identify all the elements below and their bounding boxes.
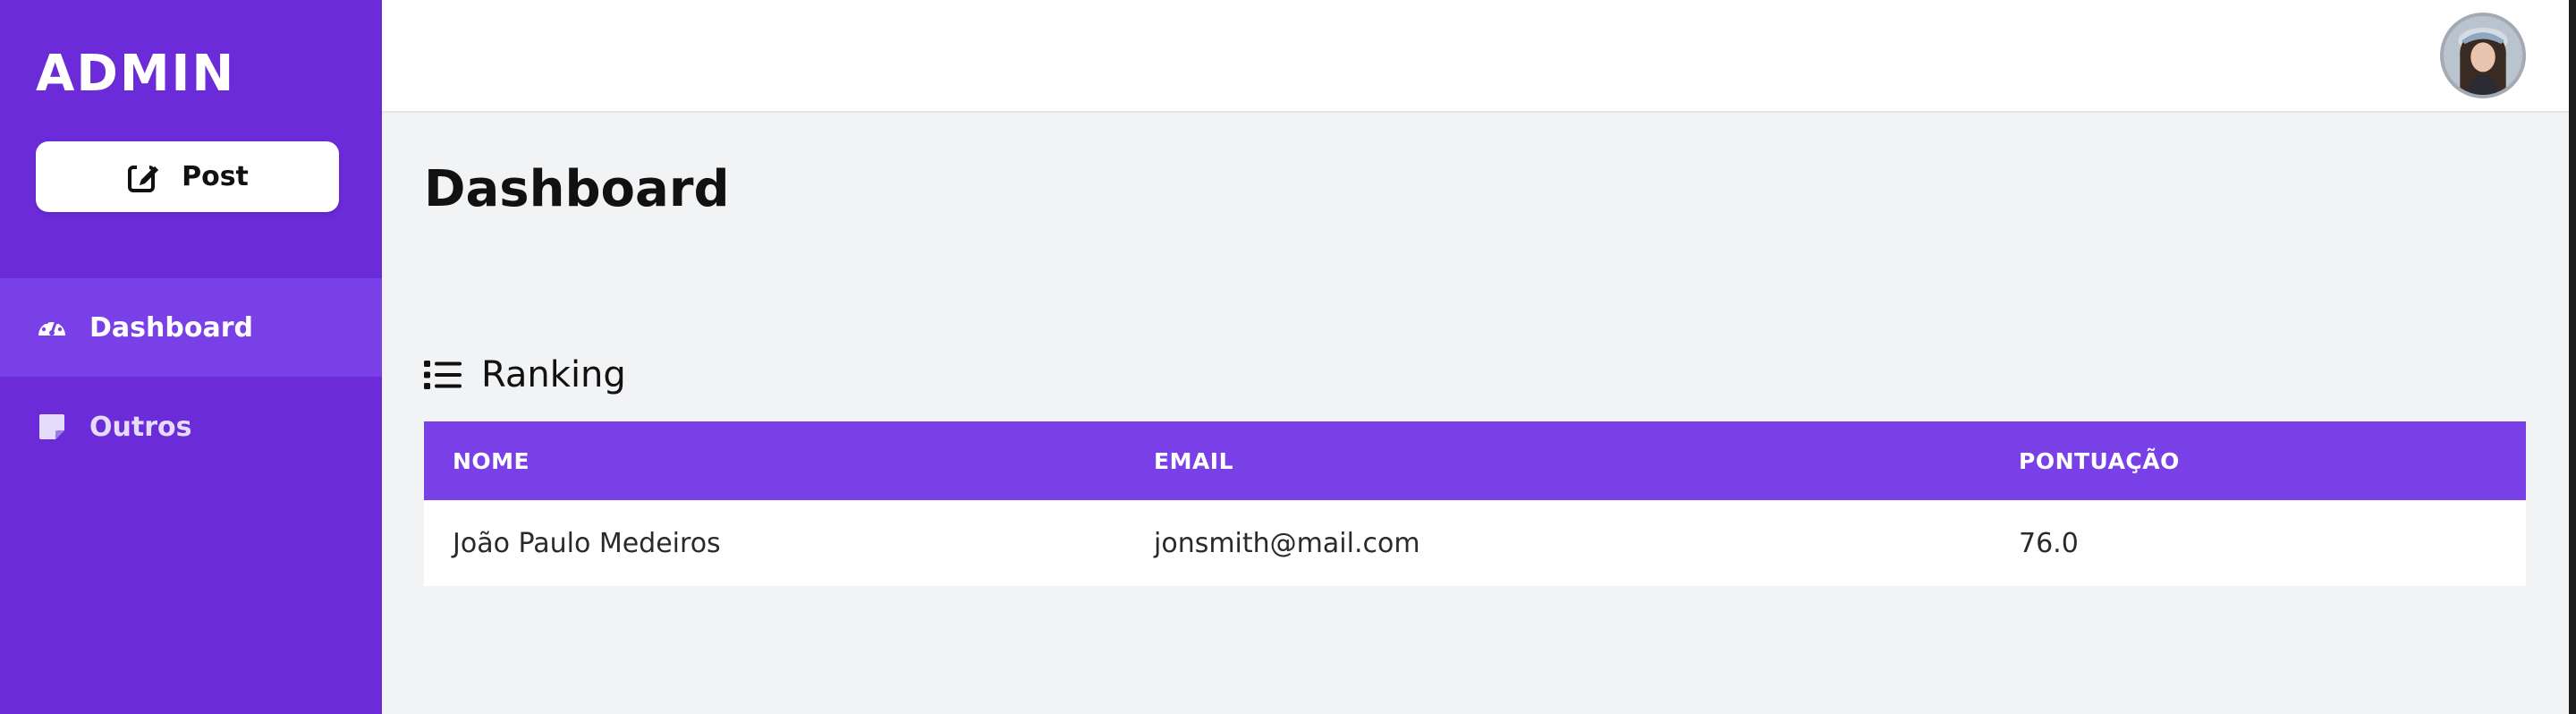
cell-pontuacao: 76.0 [2019, 527, 2079, 559]
user-avatar[interactable] [2440, 13, 2526, 98]
post-button[interactable]: Post [36, 141, 339, 212]
column-header-pontuacao[interactable]: PONTUAÇÃO [2019, 421, 2180, 500]
post-button-label: Post [182, 161, 249, 192]
ranking-section-header: Ranking [424, 353, 626, 397]
window-edge [2569, 0, 2576, 714]
list-icon [424, 359, 462, 391]
page-title: Dashboard [424, 160, 730, 218]
table-header: NOME EMAIL PONTUAÇÃO [424, 421, 2526, 500]
edit-icon [126, 159, 162, 195]
column-header-email[interactable]: EMAIL [1154, 421, 1233, 500]
sidebar-item-label: Dashboard [89, 311, 253, 344]
sidebar-item-label: Outros [89, 411, 192, 443]
ranking-title: Ranking [481, 354, 626, 395]
brand-title: ADMIN [36, 45, 236, 103]
admin-app: ADMIN Post Dashboard Outros Dashboard Ra… [0, 0, 2576, 714]
cell-email: jonsmith@mail.com [1154, 527, 1420, 559]
sidebar-item-dashboard[interactable]: Dashboard [0, 278, 382, 377]
cell-nome: João Paulo Medeiros [453, 527, 721, 559]
top-header [382, 0, 2576, 113]
sidebar-item-outros[interactable]: Outros [0, 378, 382, 476]
ranking-table: NOME EMAIL PONTUAÇÃO João Paulo Medeiros… [424, 421, 2526, 586]
sticky-note-icon [36, 411, 68, 443]
column-header-nome[interactable]: NOME [453, 421, 530, 500]
sidebar: ADMIN Post Dashboard Outros [0, 0, 382, 714]
gauge-icon [36, 311, 68, 344]
